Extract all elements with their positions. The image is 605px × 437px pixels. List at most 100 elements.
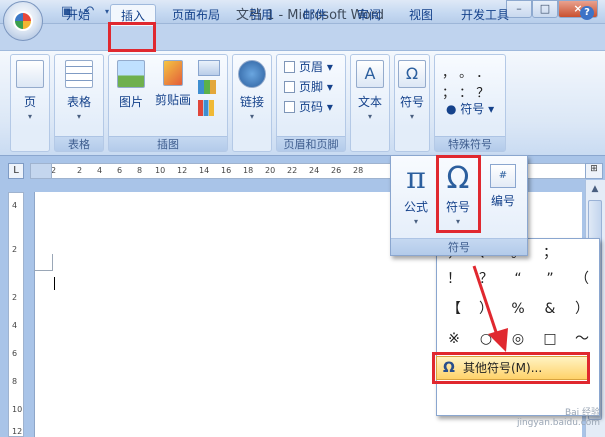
page-number-label: 页码 xyxy=(299,100,324,114)
symbol-cell[interactable]: ） xyxy=(567,297,597,322)
symbol-cell[interactable]: ； xyxy=(535,241,565,266)
symbol-cell[interactable]: ！ xyxy=(439,267,469,292)
table-icon xyxy=(65,60,93,88)
ruler-tick: 24 xyxy=(309,166,320,175)
smartart-icon[interactable] xyxy=(198,80,216,94)
page-number-button[interactable]: 页码 ▾ xyxy=(284,98,333,116)
office-logo-icon xyxy=(13,11,33,31)
ruler-tick: 14 xyxy=(199,166,210,175)
ruler-tick: 10 xyxy=(12,405,23,414)
ruler-margin-left xyxy=(30,163,52,179)
symbol-cell[interactable]: ～ xyxy=(567,327,597,352)
highlight-symbol-button xyxy=(436,155,481,233)
picture-label: 图片 xyxy=(118,95,143,109)
symbol-cell[interactable]: ？ xyxy=(471,267,501,292)
omega-icon: Ω xyxy=(398,60,426,88)
symbol-cell[interactable]: ※ xyxy=(439,327,469,352)
tab-developer[interactable]: 开发工具 xyxy=(452,4,518,26)
special-symbols-row1[interactable]: ， 。 ． xyxy=(442,62,502,81)
numbering-label: 编号 xyxy=(490,194,515,208)
maximize-button[interactable]: □ xyxy=(532,0,558,18)
link-button[interactable]: 链接 ▾ xyxy=(234,60,270,121)
margin-corner-mark xyxy=(52,254,53,271)
ruler-tick: 8 xyxy=(12,377,18,386)
tab-page-layout[interactable]: 页面布局 xyxy=(164,4,228,26)
ruler-tick: 4 xyxy=(12,201,18,210)
header-label: 页眉 xyxy=(299,60,324,74)
view-ruler-icon[interactable]: ⊞ xyxy=(585,163,603,179)
text-button[interactable]: A 文本 ▾ xyxy=(352,60,388,121)
ruler-tick: 2 xyxy=(12,245,18,254)
tab-selector-button[interactable]: L xyxy=(8,163,24,179)
symbol-cell[interactable]: 【 xyxy=(439,297,469,322)
ruler-tick: 12 xyxy=(177,166,188,175)
link-label: 链接 xyxy=(239,95,264,109)
header-button[interactable]: 页眉 ▾ xyxy=(284,58,333,76)
shapes-icon[interactable] xyxy=(198,60,220,76)
ruler-tick: 2 xyxy=(77,166,83,175)
clipart-label: 剪贴画 xyxy=(154,93,191,107)
symbols-button[interactable]: Ω 符号 ▾ xyxy=(396,60,428,121)
ruler-tick: 6 xyxy=(12,349,18,358)
special-symbol-button[interactable]: ● 符号 ▾ xyxy=(446,100,494,118)
pages-label: 页 xyxy=(23,95,36,109)
ruler-tick: 6 xyxy=(117,166,123,175)
footer-label: 页脚 xyxy=(299,80,324,94)
ruler-tick: 26 xyxy=(331,166,342,175)
table-label: 表格 xyxy=(66,95,91,109)
symbol-cell[interactable]: ○ xyxy=(471,327,501,352)
watermark: Bai 经验 jingyan.baidu.com xyxy=(516,408,600,428)
chevron-down-icon: ▾ xyxy=(413,217,418,226)
symbol-cell[interactable]: （ xyxy=(567,267,597,292)
group-label-illustrations: 插图 xyxy=(109,136,227,151)
symbol-cell[interactable]: □ xyxy=(535,327,565,352)
symbol-cell[interactable]: “ xyxy=(503,267,533,292)
symbol-cell[interactable]: ” xyxy=(535,267,565,292)
ruler-tick: 12 xyxy=(12,427,23,436)
highlight-more-symbols xyxy=(432,352,590,384)
picture-button[interactable]: 图片 xyxy=(112,60,150,110)
special-symbols-row2[interactable]: ； ： ？ xyxy=(442,82,502,101)
chevron-down-icon: ▾ xyxy=(27,112,32,121)
equation-label: 公式 xyxy=(403,200,428,214)
table-button[interactable]: 表格 ▾ xyxy=(58,60,100,121)
clipart-icon xyxy=(163,60,183,86)
text-cursor xyxy=(54,277,55,290)
chevron-down-icon: ▾ xyxy=(249,112,254,121)
ruler-tick: 18 xyxy=(243,166,254,175)
chart-icon[interactable] xyxy=(198,100,214,116)
symbol-cell[interactable]: % xyxy=(503,297,533,322)
pages-button[interactable]: 页 ▾ xyxy=(14,60,46,121)
clipart-button[interactable]: 剪贴画 xyxy=(152,60,194,108)
ruler-tick: 28 xyxy=(353,166,364,175)
special-symbol-label: 符号 xyxy=(460,102,485,116)
vertical-ruler[interactable]: 4 2 2 4 6 8 10 12 xyxy=(8,192,24,437)
tab-review[interactable]: 审阅 xyxy=(346,4,392,26)
chevron-down-icon: ▾ xyxy=(76,112,81,121)
ruler-tick: 4 xyxy=(12,321,18,330)
ribbon-tabs xyxy=(0,24,605,50)
tab-mailings[interactable]: 邮件 xyxy=(292,4,338,26)
tab-home[interactable]: 开始 xyxy=(55,4,101,26)
office-button[interactable] xyxy=(3,1,43,41)
footer-button[interactable]: 页脚 ▾ xyxy=(284,78,333,96)
symbol-dropdown: ， 、 。 ； ！ ？ “ ” （ 【 ） % & ） ※ ○ ◎ □ ～ xyxy=(436,238,600,416)
scroll-up-icon[interactable]: ▲ xyxy=(588,182,602,196)
group-label-header-footer: 页眉和页脚 xyxy=(277,136,345,151)
tab-references[interactable]: 引用 xyxy=(238,4,284,26)
symbol-cell[interactable]: ） xyxy=(471,297,501,322)
chevron-down-icon: ▾ xyxy=(367,112,372,121)
help-icon[interactable]: ? xyxy=(580,6,594,20)
numbering-button[interactable]: # 编号 xyxy=(483,160,523,209)
picture-icon xyxy=(117,60,145,88)
pi-icon: π xyxy=(406,161,426,196)
symbol-cell[interactable]: & xyxy=(535,297,565,322)
numbering-icon: # xyxy=(490,164,516,188)
tab-view[interactable]: 视图 xyxy=(398,4,444,26)
symbol-cell[interactable]: ◎ xyxy=(503,327,533,352)
ruler-tick: 20 xyxy=(265,166,276,175)
ruler-tick: 2 xyxy=(12,293,18,302)
equation-button[interactable]: π 公式 ▾ xyxy=(397,160,435,226)
ruler-tick: 16 xyxy=(221,166,232,175)
ruler-tick: 8 xyxy=(137,166,143,175)
